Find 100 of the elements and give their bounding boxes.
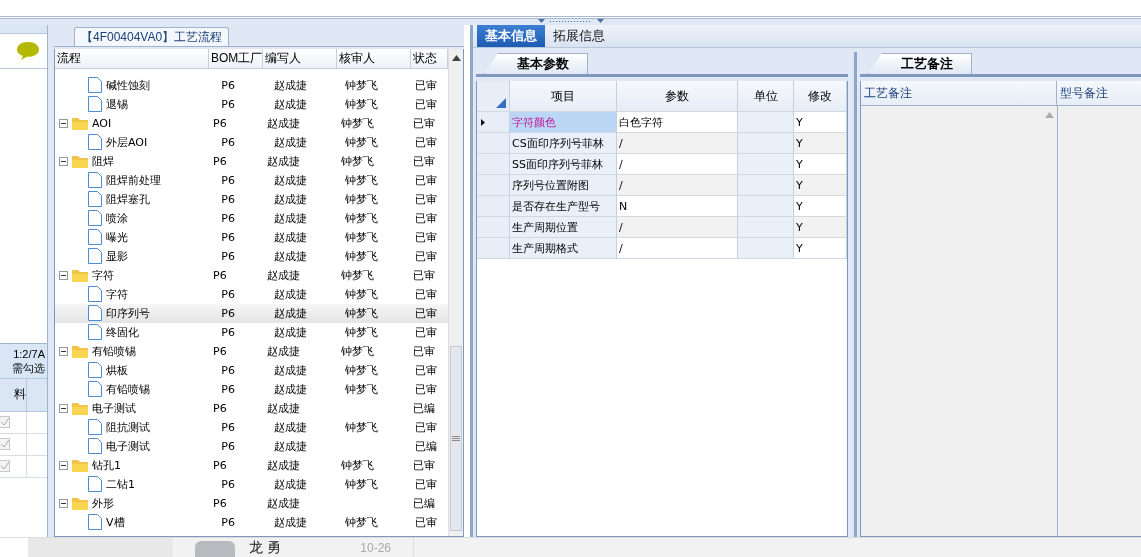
collapse-icon[interactable] [59, 118, 68, 128]
column-header[interactable]: 项目 [510, 80, 617, 112]
tree-item[interactable]: 阻焊 [92, 151, 114, 171]
tree-item[interactable]: 曝光 [106, 227, 128, 247]
chat-bubble-icon[interactable] [15, 39, 41, 62]
table-cell-text: 已审 [413, 191, 438, 208]
tree-item[interactable]: 字符 [106, 284, 128, 304]
column-header[interactable]: 工艺备注 [861, 80, 1057, 105]
tree-item[interactable]: 外层AOI [106, 132, 148, 152]
tree-item[interactable]: 印序列号 [106, 303, 150, 323]
table-cell[interactable]: 是否存在生产型号 [510, 195, 617, 217]
checkbox[interactable] [0, 438, 10, 451]
column-header[interactable]: BOM工厂 [209, 48, 264, 68]
table-cell-text: P6 [220, 305, 236, 322]
tree-item[interactable]: 有铅喷锡 [106, 379, 150, 399]
collapse-icon[interactable] [59, 346, 68, 356]
table-cell[interactable] [738, 216, 794, 238]
scrollbar-thumb[interactable] [450, 345, 462, 531]
checkbox[interactable] [0, 460, 10, 473]
tree-item[interactable]: 烘板 [106, 360, 128, 380]
document-icon [88, 438, 102, 455]
column-header[interactable]: 修改 [794, 80, 847, 112]
table-cell[interactable]: / [617, 174, 738, 196]
table-cell-text: 钟梦飞 [340, 267, 376, 284]
column-header[interactable]: 单位 [738, 80, 794, 112]
table-cell[interactable]: Y [794, 132, 847, 154]
document-icon [88, 248, 102, 265]
tree-item[interactable]: 阻焊前处理 [106, 170, 161, 190]
panel-tab[interactable]: 基本参数 [484, 52, 588, 74]
tree-item[interactable]: 字符 [92, 265, 114, 285]
table-cell-text: 赵成捷 [272, 514, 308, 531]
tree-item[interactable]: 有铅喷锡 [92, 341, 136, 361]
avatar [195, 541, 235, 557]
collapse-icon[interactable] [59, 156, 68, 166]
table-cell[interactable]: Y [794, 153, 847, 175]
column-header[interactable]: 参数 [617, 80, 738, 112]
tree-item[interactable]: 显影 [106, 246, 128, 266]
row-header[interactable] [477, 111, 510, 133]
table-cell-text: P6 [212, 267, 228, 284]
panel-tab[interactable]: 工艺备注 [868, 52, 972, 74]
table-cell-text: P6 [220, 419, 236, 436]
column-header[interactable]: 编写人 [263, 48, 338, 68]
table-cell[interactable] [738, 111, 794, 133]
tree-item[interactable]: 碱性蚀刻 [106, 75, 150, 95]
table-cell-text: P6 [212, 343, 228, 360]
tree-item[interactable]: AOI [92, 113, 112, 133]
table-cell[interactable] [738, 195, 794, 217]
table-cell-text: 赵成捷 [272, 305, 308, 322]
tree-item[interactable]: 终固化 [106, 322, 139, 342]
table-cell[interactable]: 生产周期格式 [510, 237, 617, 259]
splitter-handle-icon[interactable] [537, 18, 604, 25]
tree-item[interactable]: 阻抗测试 [106, 417, 150, 437]
panel-tab[interactable]: 【4F00404VA0】工艺流程 [74, 26, 230, 46]
tab[interactable]: 拓展信息 [545, 24, 613, 47]
table-cell[interactable]: Y [794, 216, 847, 238]
table-cell-text: 赵成捷 [272, 362, 308, 379]
table-cell-text: 已审 [412, 343, 437, 360]
tree-item[interactable]: V槽 [106, 512, 125, 532]
table-cell-text: 已审 [413, 305, 438, 322]
table-cell[interactable] [738, 153, 794, 175]
table-cell[interactable]: 字符颜色 [510, 111, 617, 133]
table-cell[interactable] [738, 174, 794, 196]
table-cell-text: 已审 [413, 96, 438, 113]
table-cell-text: P6 [220, 381, 236, 398]
tree-item[interactable]: 阻焊塞孔 [106, 189, 150, 209]
tree-item[interactable]: 电子测试 [106, 436, 150, 456]
collapse-icon[interactable] [59, 460, 68, 470]
table-cell[interactable] [738, 132, 794, 154]
table-cell[interactable]: Y [794, 174, 847, 196]
tree-item[interactable]: 退锡 [106, 94, 128, 114]
table-cell-text: 已审 [412, 153, 437, 170]
table-cell[interactable]: Y [794, 195, 847, 217]
table-cell-text: 赵成捷 [266, 267, 302, 284]
collapse-icon[interactable] [59, 498, 68, 508]
column-header[interactable]: 型号备注 [1057, 80, 1141, 105]
table-cell-text: P6 [220, 96, 236, 113]
column-header[interactable]: 核审人 [337, 48, 412, 68]
collapse-icon[interactable] [59, 270, 68, 280]
table-cell[interactable]: / [617, 216, 738, 238]
table-cell[interactable]: SS面印序列号菲林 [510, 153, 617, 175]
document-icon [88, 210, 102, 227]
column-header[interactable]: 流程 [55, 48, 209, 68]
tree-item[interactable]: 钻孔1 [92, 455, 121, 475]
collapse-icon[interactable] [59, 403, 68, 413]
scroll-up-icon[interactable] [451, 54, 461, 61]
table-cell[interactable]: Y [794, 111, 847, 133]
tree-item[interactable]: 电子测试 [92, 398, 136, 418]
tree-item[interactable]: 二钻1 [106, 474, 135, 494]
tree-item[interactable]: 喷涂 [106, 208, 128, 228]
table-cell[interactable] [738, 237, 794, 259]
table-cell[interactable]: 生产周期位置 [510, 216, 617, 238]
table-cell[interactable]: 序列号位置附图 [510, 174, 617, 196]
tab[interactable]: 基本信息 [477, 24, 545, 47]
table-cell[interactable]: / [617, 132, 738, 154]
table-cell[interactable]: Y [794, 237, 847, 259]
checkbox[interactable] [0, 416, 10, 429]
document-icon [88, 134, 102, 151]
document-icon [88, 77, 102, 94]
table-cell[interactable]: CS面印序列号菲林 [510, 132, 617, 154]
tree-item[interactable]: 外形 [92, 493, 114, 513]
